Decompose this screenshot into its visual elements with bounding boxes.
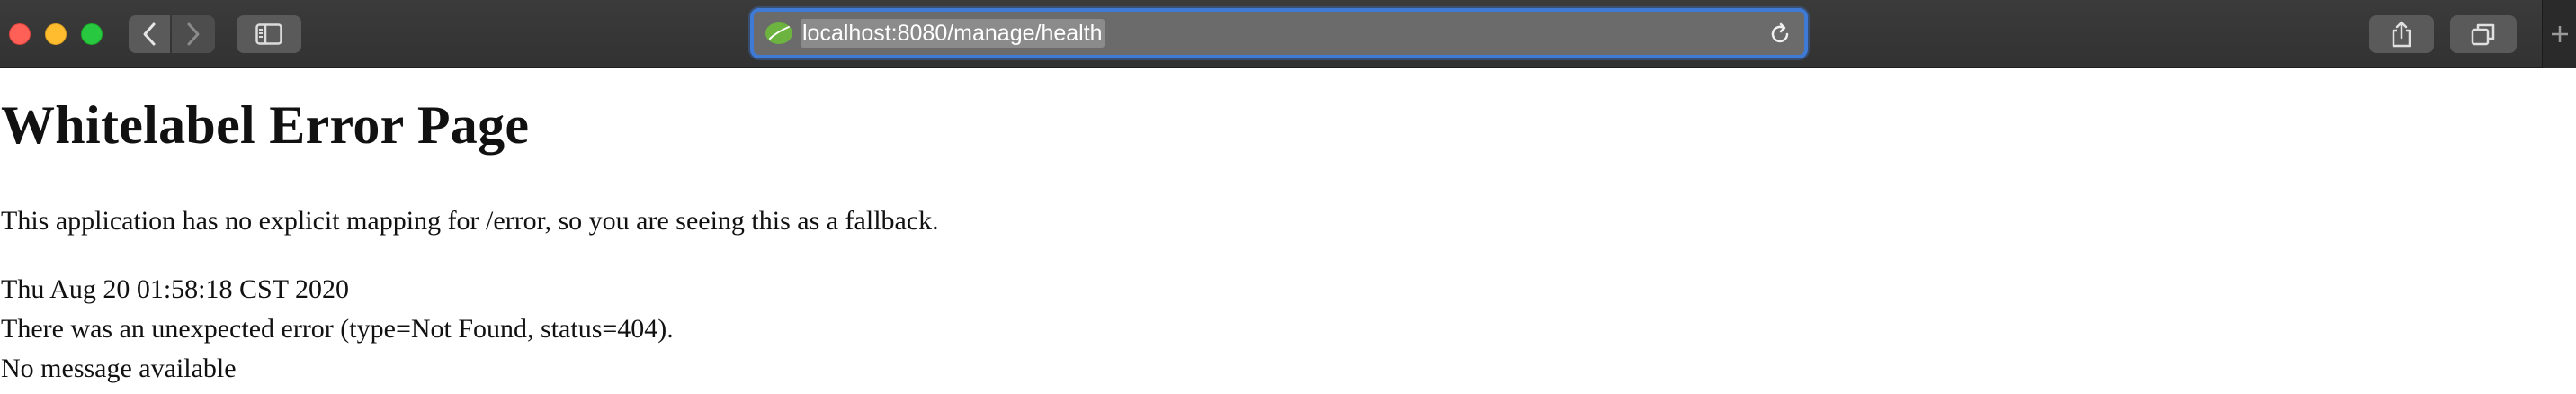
sidebar-icon	[255, 23, 282, 45]
close-window-button[interactable]	[9, 23, 31, 45]
back-button[interactable]	[129, 15, 170, 53]
share-button[interactable]	[2369, 15, 2434, 53]
page-title: Whitelabel Error Page	[1, 95, 530, 155]
chevron-left-icon	[143, 22, 156, 46]
chevron-right-icon	[187, 22, 200, 46]
address-bar[interactable]: localhost:8080/manage/health	[750, 8, 1808, 58]
minimize-window-button[interactable]	[45, 23, 67, 45]
error-timestamp: Thu Aug 20 01:58:18 CST 2020	[1, 274, 349, 304]
tab-overview-icon	[2471, 23, 2495, 46]
url-field[interactable]: localhost:8080/manage/health	[801, 19, 1105, 48]
page-content: Whitelabel Error Page This application h…	[0, 68, 2576, 394]
browser-toolbar: localhost:8080/manage/health	[0, 0, 2576, 68]
share-icon	[2392, 21, 2411, 48]
error-description: This application has no explicit mapping…	[1, 206, 939, 236]
tab-overview-button[interactable]	[2450, 15, 2517, 53]
spring-leaf-icon	[765, 22, 792, 44]
sidebar-toggle-button[interactable]	[237, 15, 301, 53]
zoom-window-button[interactable]	[81, 23, 103, 45]
plus-icon	[2551, 26, 2568, 42]
new-tab-button[interactable]	[2542, 0, 2576, 68]
error-message: No message available	[1, 354, 237, 383]
error-detail: There was an unexpected error (type=Not …	[1, 314, 674, 344]
reload-icon[interactable]	[1768, 22, 1792, 46]
forward-button[interactable]	[172, 15, 215, 53]
